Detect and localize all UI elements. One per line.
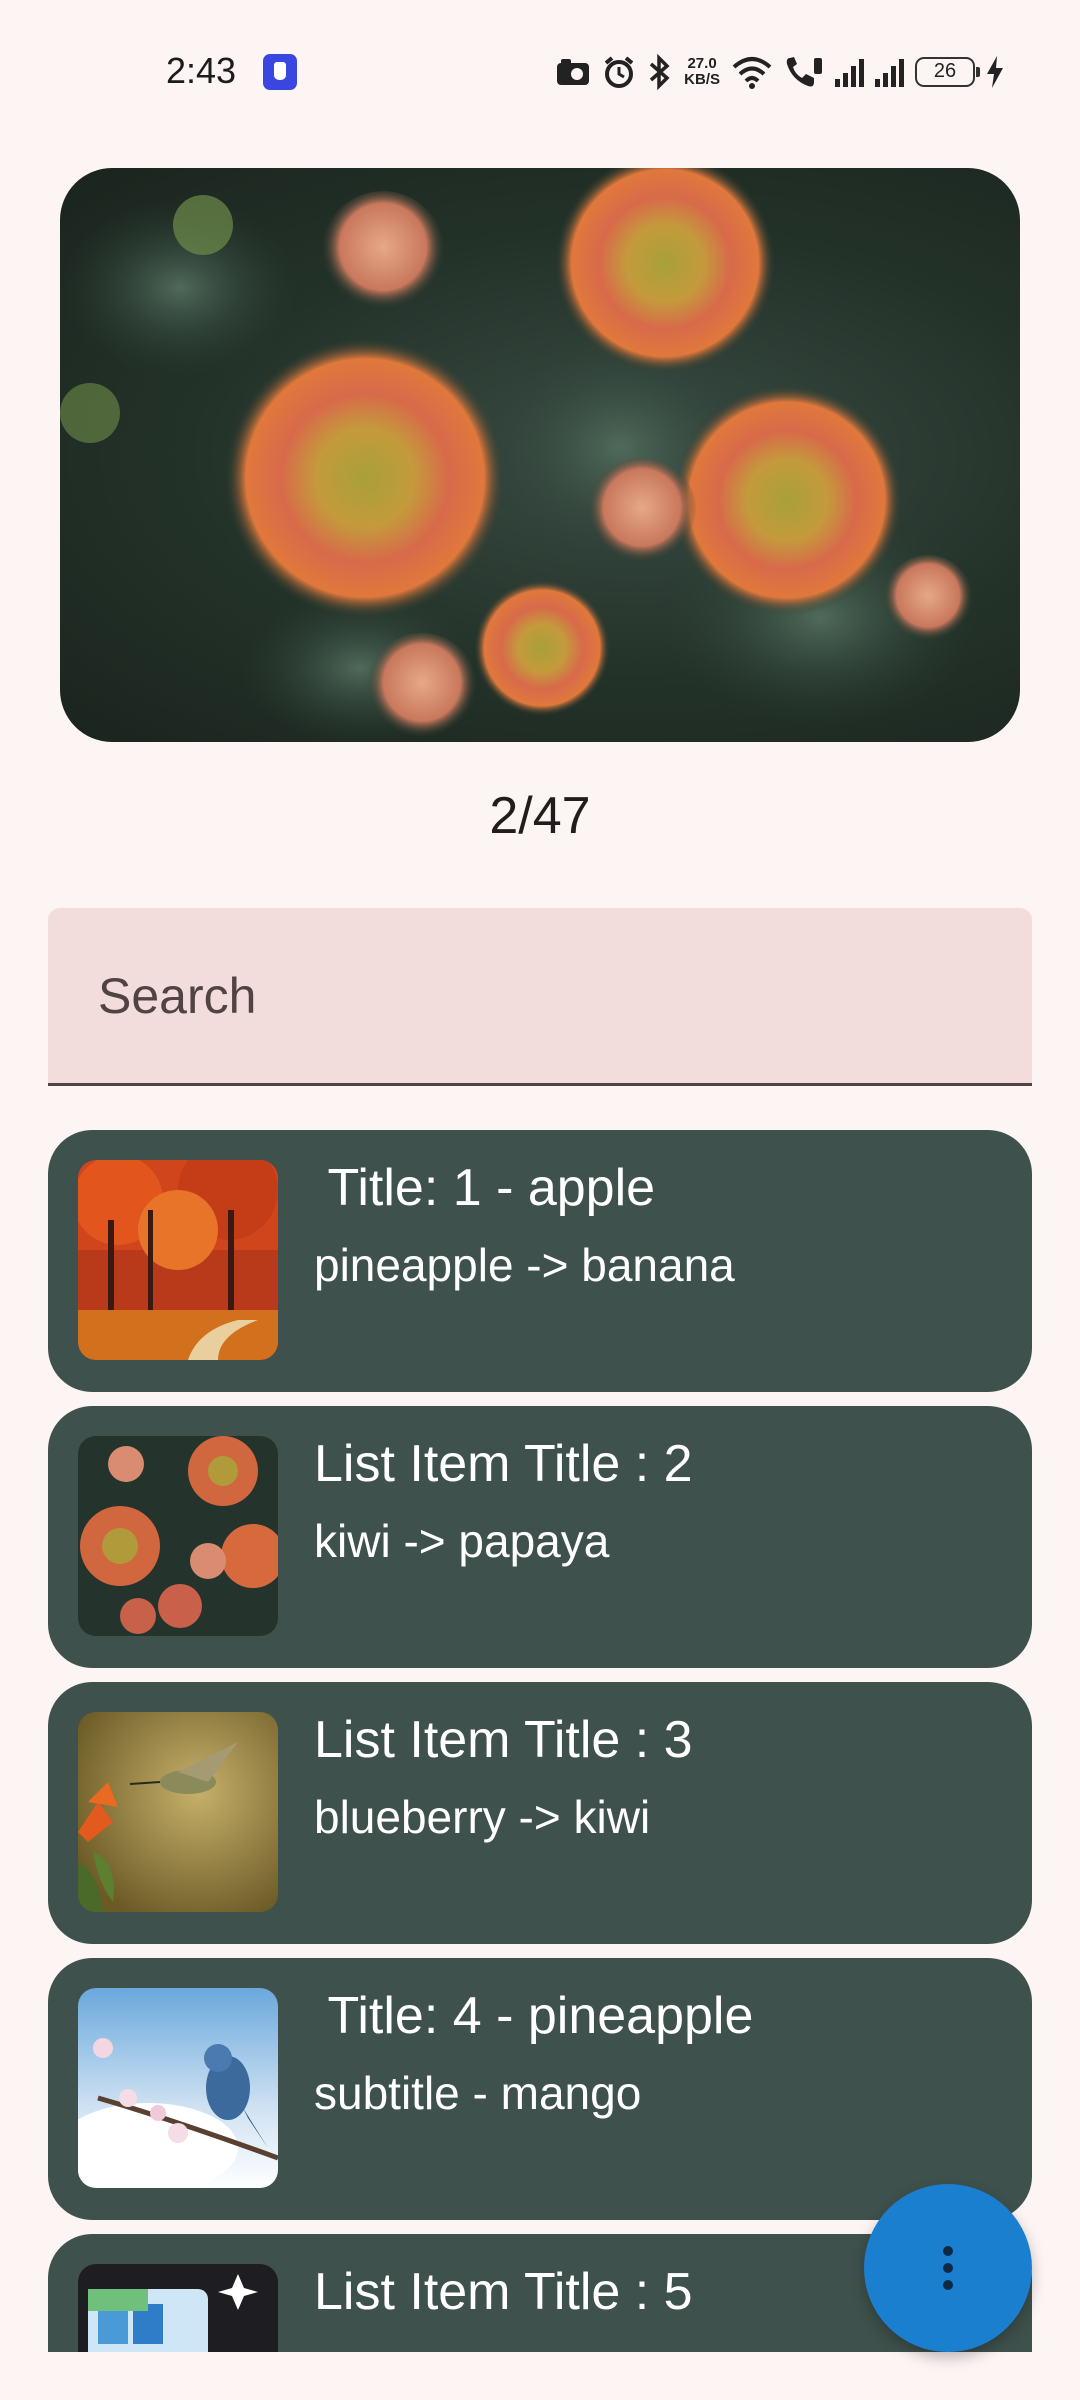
list-item-title: List Item Title : 2: [314, 1435, 693, 1493]
item-list[interactable]: Title: 1 - apple pineapple -> banana Lis…: [0, 1130, 1080, 2352]
protea-flowers-image: [78, 1436, 278, 1636]
status-bar: 2:43 27.0 KB/S 26: [0, 0, 1080, 140]
search-input[interactable]: [48, 908, 1032, 1083]
app-notification-icon: [263, 54, 297, 90]
network-speed: 27.0 KB/S: [684, 56, 720, 88]
more-options-fab[interactable]: [864, 2184, 1032, 2352]
protea-flowers-hero-image: [60, 168, 980, 742]
wifi-calling-icon: [786, 57, 822, 87]
app-illustration-image: [78, 2264, 278, 2352]
camera-off-icon: [557, 59, 590, 85]
status-time: 2:43: [166, 50, 237, 91]
list-item[interactable]: Title: 1 - apple pineapple -> banana: [48, 1130, 1032, 1392]
hero-image-carousel[interactable]: [60, 168, 1020, 742]
alarm-icon: [604, 56, 634, 88]
list-item-thumbnail: [78, 2264, 278, 2352]
list-item-subtitle: kiwi -> papaya: [314, 1515, 610, 1567]
network-speed-unit: KB/S: [684, 71, 720, 88]
more-vert-icon: [943, 2246, 953, 2290]
list-item-title: Title: 4 - pineapple: [314, 1987, 754, 2045]
bluebird-blossom-image: [78, 1988, 278, 2188]
list-item[interactable]: List Item Title : 2 kiwi -> papaya: [48, 1406, 1032, 1668]
list-item-subtitle: blueberry -> kiwi: [314, 1791, 651, 1843]
list-item-thumbnail: [78, 1988, 278, 2188]
list-item-subtitle: pineapple -> banana: [314, 1239, 735, 1291]
list-item-thumbnail: [78, 1712, 278, 1912]
list-item-thumbnail: [78, 1160, 278, 1360]
signal-strength-icon-2: [875, 57, 904, 87]
search-field[interactable]: [48, 908, 1032, 1086]
battery-icon: 26: [915, 57, 980, 87]
list-item-title: List Item Title : 5: [314, 2263, 693, 2321]
hummingbird-image: [78, 1712, 278, 1912]
list-item-title: List Item Title : 3: [314, 1711, 693, 1769]
bluetooth-icon: [650, 54, 670, 90]
list-item-subtitle: subtitle - mango: [314, 2067, 642, 2119]
signal-strength-icon-1: [835, 57, 864, 87]
wifi-icon: [732, 57, 772, 89]
list-item-thumbnail: [78, 1436, 278, 1636]
status-icons: 27.0 KB/S 26: [555, 50, 1004, 94]
list-item[interactable]: Title: 4 - pineapple subtitle - mango: [48, 1958, 1032, 2220]
charging-bolt-icon: [987, 56, 1003, 88]
list-item-title: Title: 1 - apple: [314, 1159, 656, 1217]
image-counter: 2/47: [489, 787, 591, 845]
autumn-trees-image: [78, 1160, 278, 1360]
list-item[interactable]: List Item Title : 3 blueberry -> kiwi: [48, 1682, 1032, 1944]
network-speed-value: 27.0: [687, 55, 717, 72]
